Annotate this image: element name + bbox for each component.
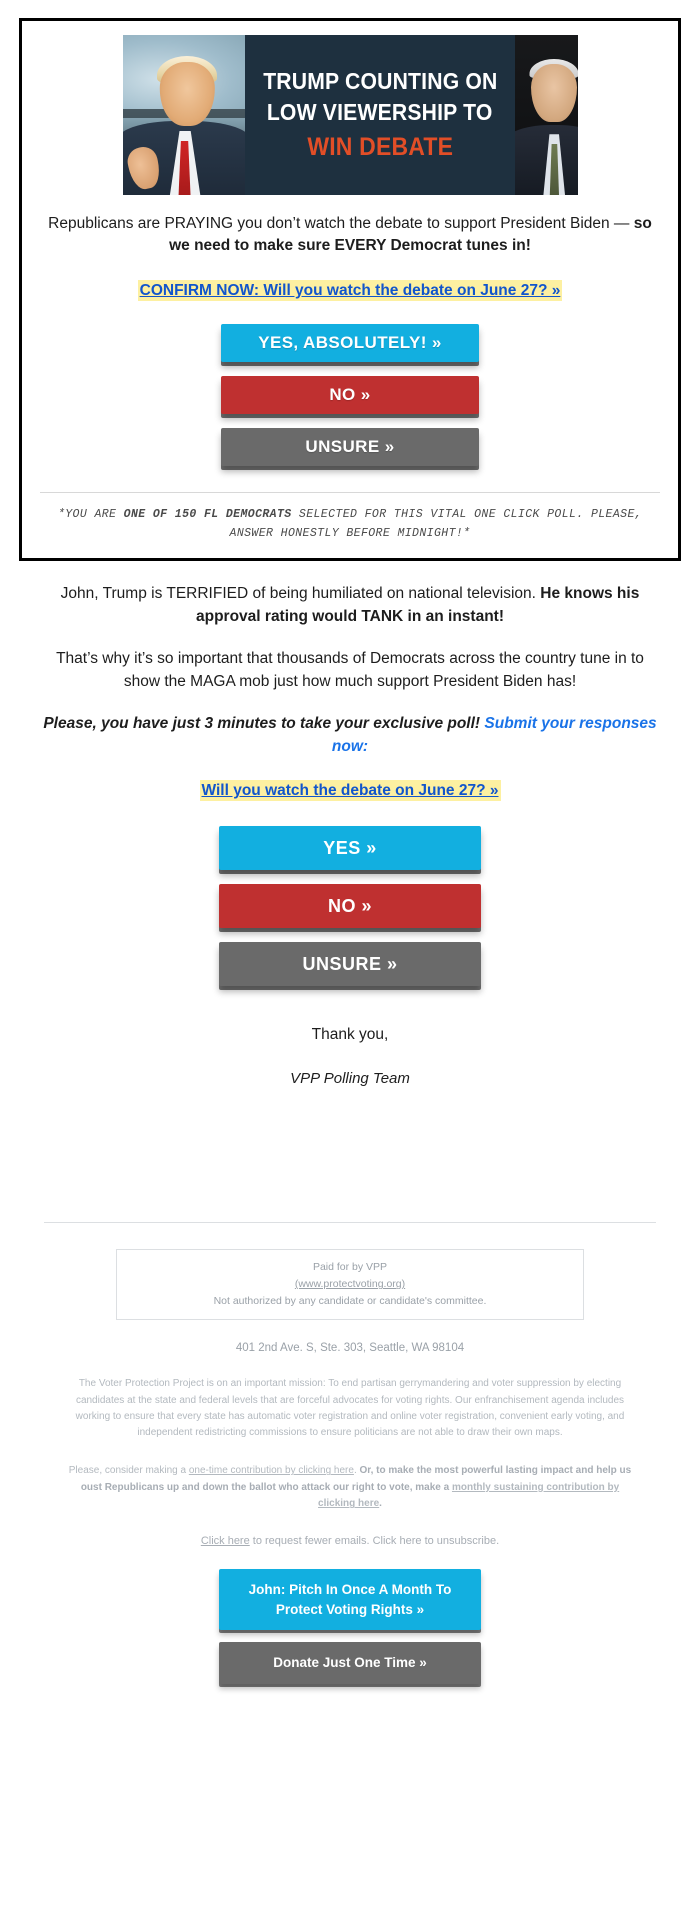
body-p3-emph: Please, you have just 3 minutes to take … xyxy=(43,715,485,733)
banner-line-3: WIN DEBATE xyxy=(306,132,453,161)
poll-no-button[interactable]: NO » xyxy=(221,376,479,415)
watch-debate-link[interactable]: Will you watch the debate on June 27? » xyxy=(199,780,501,802)
donate-button-group: John: Pitch In Once A Month To Protect V… xyxy=(44,1568,656,1684)
confirm-link-row: CONFIRM NOW: Will you watch the debate o… xyxy=(36,278,664,304)
email-footer: Paid for by VPP (www.protectvoting.org) … xyxy=(44,1222,656,1684)
poll2-no-button[interactable]: NO » xyxy=(219,884,481,929)
signoff-block: Thank you, VPP Polling Team xyxy=(42,1026,658,1087)
poll-module: TRUMP COUNTING ON LOW VIEWERSHIP TO WIN … xyxy=(19,18,681,562)
body-p1-normal: John, Trump is TERRIFIED of being humili… xyxy=(60,585,541,603)
banner-headline: TRUMP COUNTING ON LOW VIEWERSHIP TO WIN … xyxy=(244,35,516,195)
confirm-now-link[interactable]: CONFIRM NOW: Will you watch the debate o… xyxy=(137,280,563,301)
one-time-donate-button[interactable]: Donate Just One Time » xyxy=(219,1642,481,1684)
trump-photo xyxy=(122,35,245,195)
poll-divider xyxy=(40,492,660,494)
unsub-rest: to request fewer emails. Click here to u… xyxy=(249,1534,500,1547)
footer-spacer xyxy=(0,1684,700,1724)
poll2-unsure-button[interactable]: UNSURE » xyxy=(219,942,481,987)
signoff-thanks: Thank you, xyxy=(311,1026,389,1044)
contribution-appeal: Please, consider making a one-time contr… xyxy=(66,1463,634,1513)
poll-button-group-2: YES » NO » UNSURE » xyxy=(42,826,658,987)
mission-statement: The Voter Protection Project is on an im… xyxy=(75,1378,625,1438)
body-paragraph-2: That’s why it’s so important that thousa… xyxy=(56,650,644,690)
poll-button-group: YES, ABSOLUTELY! » NO » UNSURE » xyxy=(36,324,664,467)
contrib-end: . xyxy=(379,1498,382,1510)
contrib-pre: Please, consider making a xyxy=(68,1465,189,1477)
email-page: TRUMP COUNTING ON LOW VIEWERSHIP TO WIN … xyxy=(0,18,700,1724)
monthly-donate-button[interactable]: John: Pitch In Once A Month To Protect V… xyxy=(219,1568,481,1631)
protectvoting-url-link[interactable]: (www.protectvoting.org) xyxy=(295,1278,405,1290)
unsubscribe-row: Click here to request fewer emails. Clic… xyxy=(44,1535,656,1547)
poll-intro-text: Republicans are PRAYING you don’t watch … xyxy=(42,213,658,257)
email-body: John, Trump is TERRIFIED of being humili… xyxy=(42,583,658,1087)
paid-for-line: Paid for by VPP xyxy=(312,1261,388,1274)
one-time-contribution-link[interactable]: one-time contribution by clicking here xyxy=(189,1465,354,1476)
signoff-team: VPP Polling Team xyxy=(290,1070,410,1088)
poll-unsure-button[interactable]: UNSURE » xyxy=(221,428,479,467)
poll-intro-normal: Republicans are PRAYING you don’t watch … xyxy=(48,215,634,232)
fewer-emails-link[interactable]: Click here xyxy=(201,1535,250,1547)
biden-photo xyxy=(515,35,578,195)
body-paragraph-3: Please, you have just 3 minutes to take … xyxy=(42,713,658,758)
body-paragraph-1: John, Trump is TERRIFIED of being humili… xyxy=(42,583,658,628)
paid-for-disclaimer: Paid for by VPP (www.protectvoting.org) … xyxy=(116,1249,584,1321)
fineprint-bold: ONE OF 150 FL DEMOCRATS xyxy=(123,508,292,522)
fineprint-post: SELECTED FOR THIS VITAL ONE CLICK POLL. … xyxy=(229,508,643,541)
banner-line-2: LOW VIEWERSHIP TO xyxy=(266,98,493,125)
mailing-address: 401 2nd Ave. S, Ste. 303, Seattle, WA 98… xyxy=(235,1342,465,1355)
confirm-link-row-2: Will you watch the debate on June 27? » xyxy=(42,778,658,804)
not-authorized-line: Not authorized by any candidate or candi… xyxy=(213,1295,487,1308)
poll2-yes-button[interactable]: YES » xyxy=(219,826,481,871)
poll-yes-button[interactable]: YES, ABSOLUTELY! » xyxy=(221,324,479,363)
banner-line-1: TRUMP COUNTING ON xyxy=(262,68,498,95)
header-banner-image: TRUMP COUNTING ON LOW VIEWERSHIP TO WIN … xyxy=(122,35,578,195)
footer-divider xyxy=(44,1222,656,1224)
poll-fineprint: *YOU ARE ONE OF 150 FL DEMOCRATS SELECTE… xyxy=(48,506,652,544)
fineprint-pre: *YOU ARE xyxy=(57,508,124,522)
